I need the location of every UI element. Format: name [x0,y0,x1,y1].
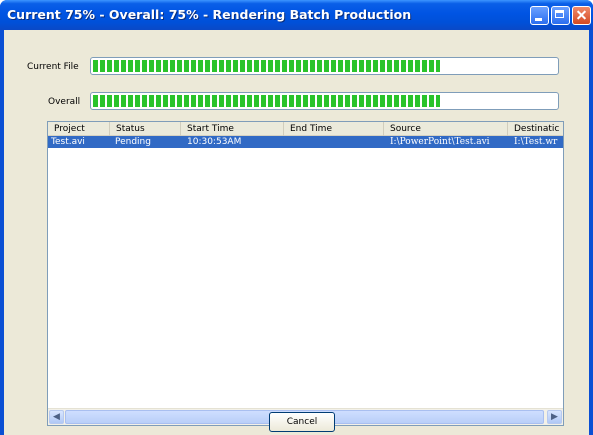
column-header-end-time[interactable]: End Time [284,122,384,136]
current-file-label: Current File [27,62,79,72]
list-header: Project Status Start Time End Time Sourc… [48,122,563,136]
table-row[interactable]: Test.avi Pending 10:30:53AM I:\PowerPoin… [48,136,563,148]
cell-destination: I:\Test.wr [514,137,558,147]
overall-progress-fill [93,95,440,107]
scroll-right-icon[interactable]: ▶ [547,410,562,424]
column-header-source[interactable]: Source [384,122,508,136]
close-button[interactable] [572,6,591,25]
cell-start-time: 10:30:53AM [187,137,242,147]
cell-project: Test.avi [51,137,85,147]
overall-label: Overall [48,97,81,107]
scroll-left-icon[interactable]: ◀ [49,410,64,424]
column-header-destination[interactable]: Destinatic [508,122,563,136]
window-title: Current 75% - Overall: 75% - Rendering B… [7,7,412,22]
cancel-button[interactable]: Cancel [269,412,335,432]
cell-end-time [287,136,384,148]
column-header-start-time[interactable]: Start Time [181,122,284,136]
column-header-project[interactable]: Project [48,122,110,136]
cell-status: Pending [115,137,151,147]
batch-render-window: Current 75% - Overall: 75% - Rendering B… [0,0,593,435]
minimize-button[interactable] [530,6,549,25]
title-bar[interactable]: Current 75% - Overall: 75% - Rendering B… [0,0,593,30]
maximize-button[interactable] [551,6,570,25]
current-file-progress-bar [90,57,559,75]
overall-progress-bar [90,92,559,110]
column-header-status[interactable]: Status [110,122,181,136]
batch-job-list[interactable]: Project Status Start Time End Time Sourc… [47,121,564,426]
current-file-progress-fill [93,60,440,72]
cell-source: I:\PowerPoint\Test.avi [390,137,490,147]
dialog-body: Current File Overall Project Status Star… [4,30,589,435]
